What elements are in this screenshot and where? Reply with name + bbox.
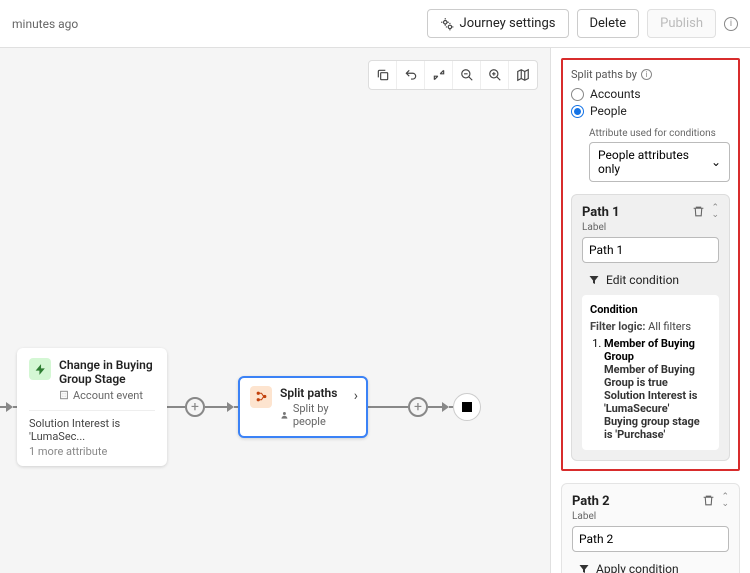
cond-sub-item: Buying group stage is 'Purchase' [604,415,700,441]
radio-icon [571,105,584,118]
delete-button[interactable]: Delete [577,9,640,38]
zoom-in-icon[interactable] [481,61,509,89]
info-icon[interactable]: i [641,69,652,80]
node-title: Change in Buying Group Stage [59,358,155,387]
radio-people[interactable]: People [571,104,730,118]
node-account-event[interactable]: Change in Buying Group Stage Account eve… [17,348,167,466]
attr-select[interactable]: People attributes only ⌄ [589,142,730,182]
radio-label: People [590,104,627,118]
edit-condition-link[interactable]: Edit condition [588,273,719,287]
attr-select-label: Attribute used for conditions [589,128,730,139]
select-value: People attributes only [598,148,711,176]
map-icon[interactable] [509,61,537,89]
split-icon [250,386,272,408]
arrow-icon [227,402,234,412]
collapse-icon[interactable] [425,61,453,89]
arrow-icon [6,402,13,412]
path2-label-text: Label [572,511,610,522]
node-subtitle: Account event [59,389,155,402]
arrow-icon [442,402,449,412]
trash-icon[interactable] [702,494,715,508]
path2-card: Path 2 Label ⌃⌄ Apply condition [561,483,740,573]
trash-icon[interactable] [692,205,705,219]
cond-item: Member of Buying Group [604,337,695,363]
chevron-down-icon: ⌄ [711,155,721,169]
filter-logic-label: Filter logic: [590,320,645,333]
building-icon [59,390,69,400]
radio-icon [571,88,584,101]
node-split-paths[interactable]: Split paths Split by people › [238,376,368,438]
person-icon [280,410,289,420]
node-title: Split paths [280,386,356,400]
path1-card: Path 1 Label ⌃⌄ Edit condition Condition… [571,194,730,461]
filter-icon [588,274,600,286]
canvas[interactable]: Change in Buying Group Stage Account eve… [0,48,550,573]
move-down-icon[interactable]: ⌄ [711,212,719,219]
end-node[interactable] [453,393,481,421]
cond-sub-item: Member of Buying Group is true [604,363,695,389]
radio-accounts[interactable]: Accounts [571,87,730,101]
path2-title: Path 2 [572,494,610,509]
publish-button: Publish [647,9,716,38]
path2-label-input[interactable] [572,526,729,552]
journey-settings-button[interactable]: Journey settings [427,9,569,38]
duplicate-icon[interactable] [369,61,397,89]
zoom-out-icon[interactable] [453,61,481,89]
radio-label: Accounts [590,87,641,101]
condition-heading: Condition [590,303,711,316]
gear-icon [440,17,454,31]
timestamp: minutes ago [12,17,78,31]
properties-panel: Split paths by i Accounts People Attribu… [550,48,750,573]
journey-settings-label: Journey settings [460,16,556,31]
node-subtitle: Split by people [280,402,356,428]
stop-icon [462,402,472,412]
move-down-icon[interactable]: ⌄ [721,501,729,508]
path1-label-input[interactable] [582,237,719,263]
split-by-label: Split paths by i [571,68,730,81]
info-icon[interactable]: i [724,17,738,31]
filter-logic-value: All filters [645,320,691,333]
node-attr-line: Solution Interest is 'LumaSec... [29,417,155,443]
chevron-right-icon: › [354,388,358,404]
filter-icon [578,563,590,573]
undo-icon[interactable] [397,61,425,89]
split-config-highlight: Split paths by i Accounts People Attribu… [561,58,740,471]
node-more-line: 1 more attribute [29,445,155,458]
cond-sub-item: Solution Interest is 'LumaSecure' [604,389,697,415]
path1-title: Path 1 [582,205,620,220]
add-node-button[interactable]: + [408,397,428,417]
path1-label-text: Label [582,222,620,233]
add-node-button[interactable]: + [185,397,205,417]
lightning-icon [29,358,51,380]
condition-box: Condition Filter logic: All filters Memb… [582,295,719,450]
apply-condition-link[interactable]: Apply condition [578,562,729,573]
canvas-toolbar [368,60,538,90]
